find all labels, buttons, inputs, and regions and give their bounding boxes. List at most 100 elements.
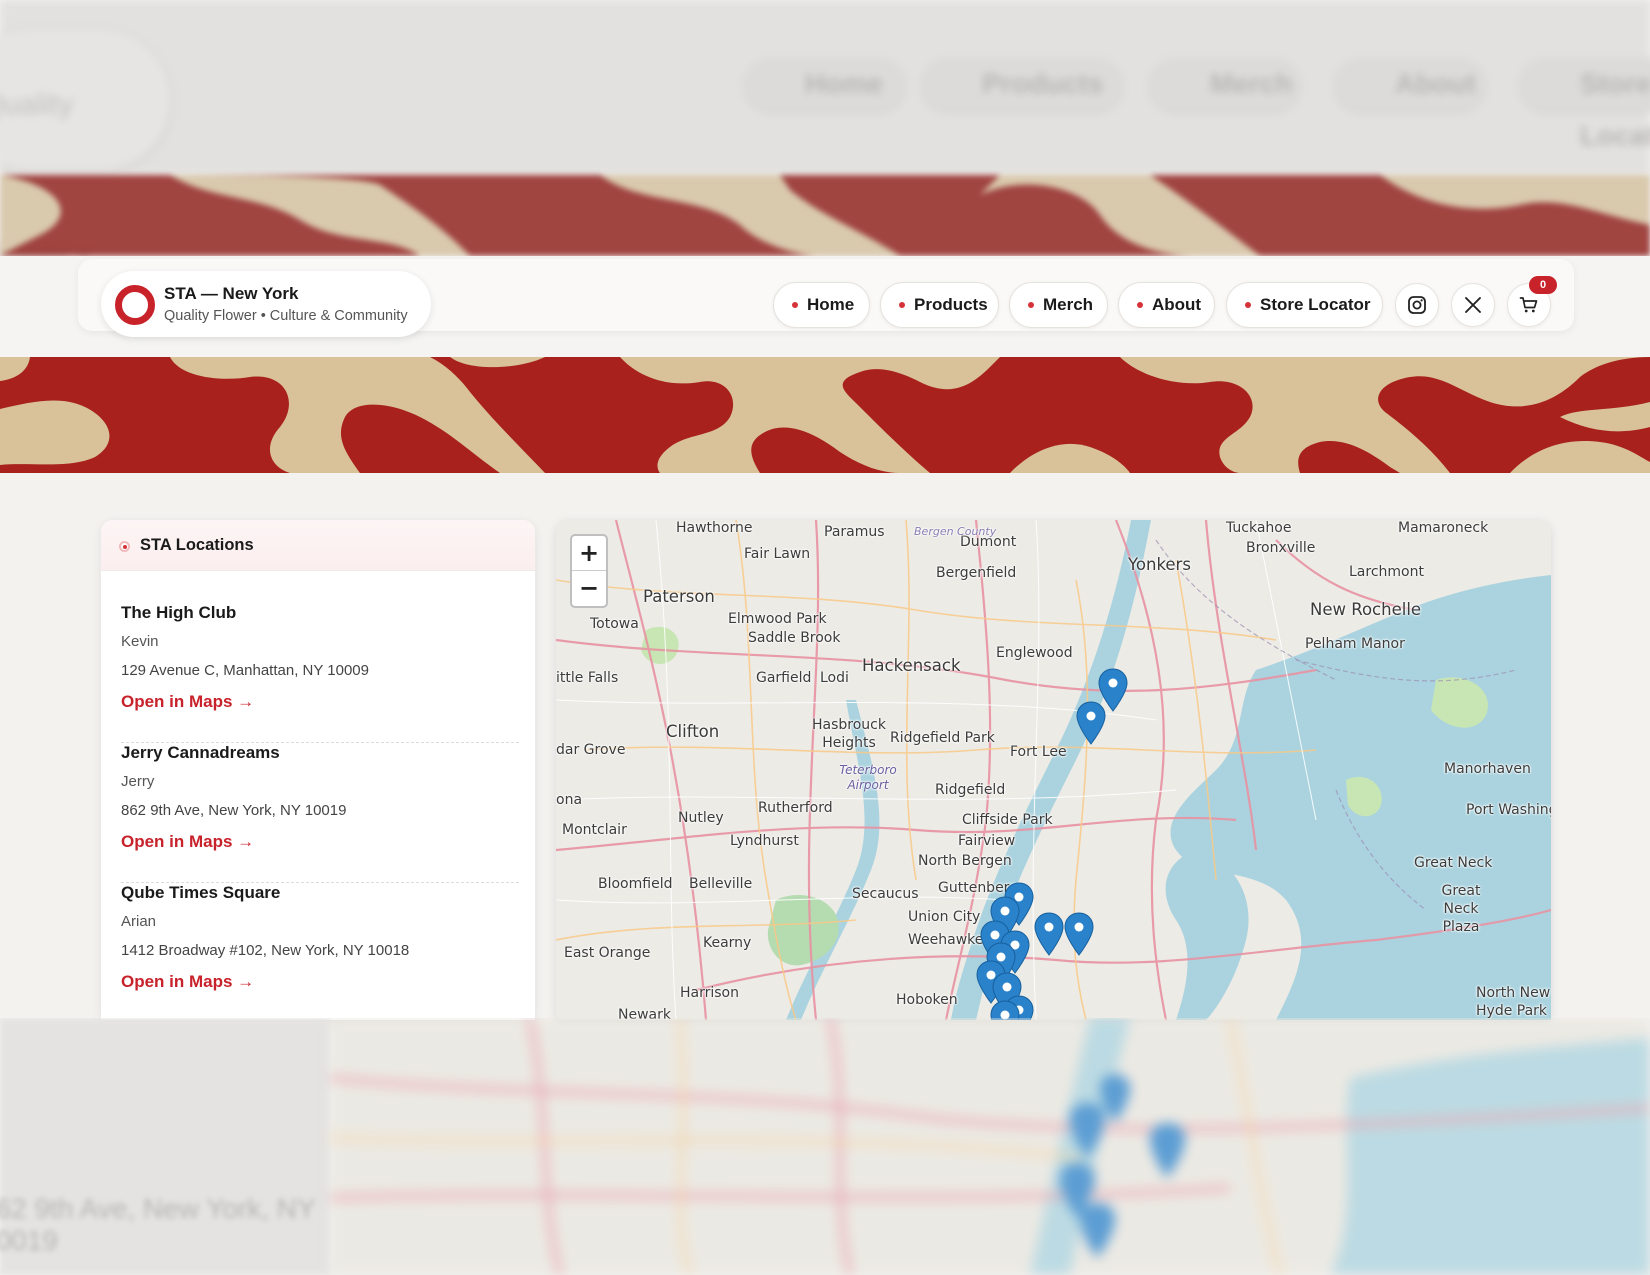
- map-place-label: Saddle Brook: [748, 630, 841, 646]
- map-place-label: Garfield: [756, 670, 812, 686]
- map-place-label: Hawthorne: [676, 520, 753, 536]
- x-icon: [1465, 297, 1481, 313]
- open-in-maps-link[interactable]: Open in Maps →: [121, 832, 254, 852]
- location-contact: Kevin: [121, 633, 159, 650]
- nav-home[interactable]: Home: [773, 282, 870, 328]
- map-place-label: dar Grove: [556, 742, 626, 758]
- decorative-pattern-band: [0, 357, 1650, 473]
- map-place-label: Tuckahoe: [1226, 520, 1292, 536]
- cart-count-badge: 0: [1529, 276, 1557, 294]
- blurred-nav-label: Home: [805, 68, 883, 99]
- map-zoom-control: + −: [570, 534, 608, 608]
- nav-dot-icon: [1137, 302, 1143, 308]
- blurred-map-backdrop: [330, 1018, 1650, 1275]
- map-place-label: Teterboro Airport: [839, 763, 897, 792]
- map-place-label: Clifton: [666, 722, 720, 741]
- zoom-in-button[interactable]: +: [572, 536, 606, 571]
- blurred-nav-pill: Merch: [1150, 58, 1300, 110]
- blurred-pattern-strip: [0, 175, 1650, 256]
- map-place-label: Bergen County: [914, 525, 997, 538]
- map-place-label: Larchmont: [1349, 564, 1424, 580]
- blurred-nav-label: Products: [982, 68, 1104, 99]
- location-name: Jerry Cannadreams: [121, 743, 280, 762]
- map-place-label: Ridgefield: [935, 782, 1006, 798]
- map-place-label: Bloomfield: [598, 876, 673, 892]
- map-place-label: Great Neck: [1414, 855, 1493, 871]
- map-place-label: Pelham Manor: [1305, 636, 1405, 652]
- map-place-label: Montclair: [562, 822, 627, 838]
- map-place-label: Yonkers: [1128, 555, 1191, 574]
- map-place-label: Fairview: [958, 833, 1016, 849]
- brand-logo-icon: [115, 285, 155, 325]
- blurred-address-text: 862 9th Ave, New York, NY 10019: [0, 1193, 316, 1256]
- map-place-label: ona: [556, 792, 583, 808]
- map-place-label: Hackensack: [862, 656, 961, 675]
- map-place-label: Port Washing: [1466, 802, 1551, 818]
- map-place-label: Ridgefield Park: [890, 730, 995, 746]
- blurred-nav-backdrop: Quality Flower • Culture & Community Hom…: [0, 0, 1650, 256]
- x-social-button[interactable]: [1451, 283, 1495, 327]
- map-place-label: Belleville: [689, 876, 753, 892]
- background-bottom-blur: 862 9th Ave, New York, NY 10019: [0, 1018, 1650, 1275]
- map-place-label: Kearny: [703, 935, 752, 951]
- nav-label: Products: [914, 295, 988, 314]
- location-address: 1412 Broadway #102, New York, NY 10018: [121, 942, 410, 959]
- blurred-nav-label: Store Locator: [1580, 68, 1650, 151]
- instagram-icon: [1408, 296, 1426, 314]
- map-place-label: North New Hyde Park: [1476, 985, 1551, 1019]
- nav-about[interactable]: About: [1118, 282, 1215, 328]
- map-place-label: Bergenfield: [936, 565, 1017, 581]
- nav-store-locator[interactable]: Store Locator: [1226, 282, 1383, 328]
- header-dot-icon: [119, 541, 130, 552]
- map-place-label: Hasbrouck Heights: [812, 717, 886, 751]
- location-address: 862 9th Ave, New York, NY 10019: [121, 802, 347, 819]
- map-place-label: New Rochelle: [1310, 600, 1422, 619]
- open-in-maps-link[interactable]: Open in Maps →: [121, 692, 254, 712]
- nav-dot-icon: [1245, 302, 1251, 308]
- map-marker-icon[interactable]: [1064, 912, 1094, 956]
- blurred-nav-pill: Store Locator: [1520, 58, 1650, 151]
- blurred-nav-pill: About: [1335, 58, 1485, 110]
- map-place-label: Totowa: [590, 616, 639, 632]
- map-place-label: Bronxville: [1246, 540, 1316, 556]
- blurred-list-backdrop: 862 9th Ave, New York, NY 10019: [0, 1018, 330, 1275]
- store-map[interactable]: Hawthorne Paramus Dumont Bergenfield Yon…: [556, 520, 1551, 1020]
- instagram-button[interactable]: [1395, 283, 1439, 327]
- zoom-out-button[interactable]: −: [572, 571, 606, 606]
- map-place-label: Nutley: [678, 810, 724, 826]
- open-in-maps-link[interactable]: Open in Maps →: [121, 972, 254, 992]
- map-marker-icon[interactable]: [990, 1000, 1020, 1020]
- map-place-label: Mamaroneck: [1398, 520, 1489, 536]
- brand-name: STA — New York: [164, 284, 299, 303]
- background-top-blur: Quality Flower • Culture & Community Hom…: [0, 0, 1650, 256]
- map-place-label: Hoboken: [896, 992, 958, 1008]
- nav-label: Merch: [1043, 295, 1094, 314]
- brand-badge[interactable]: STA — New York Quality Flower • Culture …: [101, 271, 431, 337]
- map-place-label: Manorhaven: [1444, 761, 1531, 777]
- location-name: The High Club: [121, 603, 237, 622]
- map-place-label: Lyndhurst: [730, 833, 799, 849]
- nav-dot-icon: [1028, 302, 1034, 308]
- nav-dot-icon: [792, 302, 798, 308]
- locations-panel: STA Locations The High Club Kevin 129 Av…: [101, 520, 535, 1020]
- nav-products[interactable]: Products: [880, 282, 999, 328]
- map-place-label: Harrison: [680, 985, 739, 1001]
- locations-header: STA Locations: [101, 520, 535, 571]
- brand-tagline: Quality Flower • Culture & Community: [164, 308, 408, 324]
- map-marker-icon[interactable]: [1076, 701, 1106, 745]
- location-contact: Arian: [121, 913, 157, 930]
- map-place-label: Fort Lee: [1010, 744, 1067, 760]
- map-place-label: Cliffside Park: [962, 812, 1053, 828]
- map-place-label: Elmwood Park: [728, 611, 827, 627]
- map-place-label: ittle Falls: [556, 670, 619, 686]
- map-place-label: East Orange: [564, 945, 651, 961]
- blurred-nav-pill: Home: [745, 58, 905, 110]
- nav-label: About: [1152, 295, 1202, 314]
- blurred-nav-label: Merch: [1210, 68, 1293, 99]
- map-place-label: Rutherford: [758, 800, 833, 816]
- nav-merch[interactable]: Merch: [1009, 282, 1108, 328]
- nav-label: Store Locator: [1260, 295, 1371, 314]
- map-place-label: Paramus: [824, 524, 885, 540]
- map-place-label: Fair Lawn: [744, 546, 811, 562]
- map-marker-icon[interactable]: [1034, 912, 1064, 956]
